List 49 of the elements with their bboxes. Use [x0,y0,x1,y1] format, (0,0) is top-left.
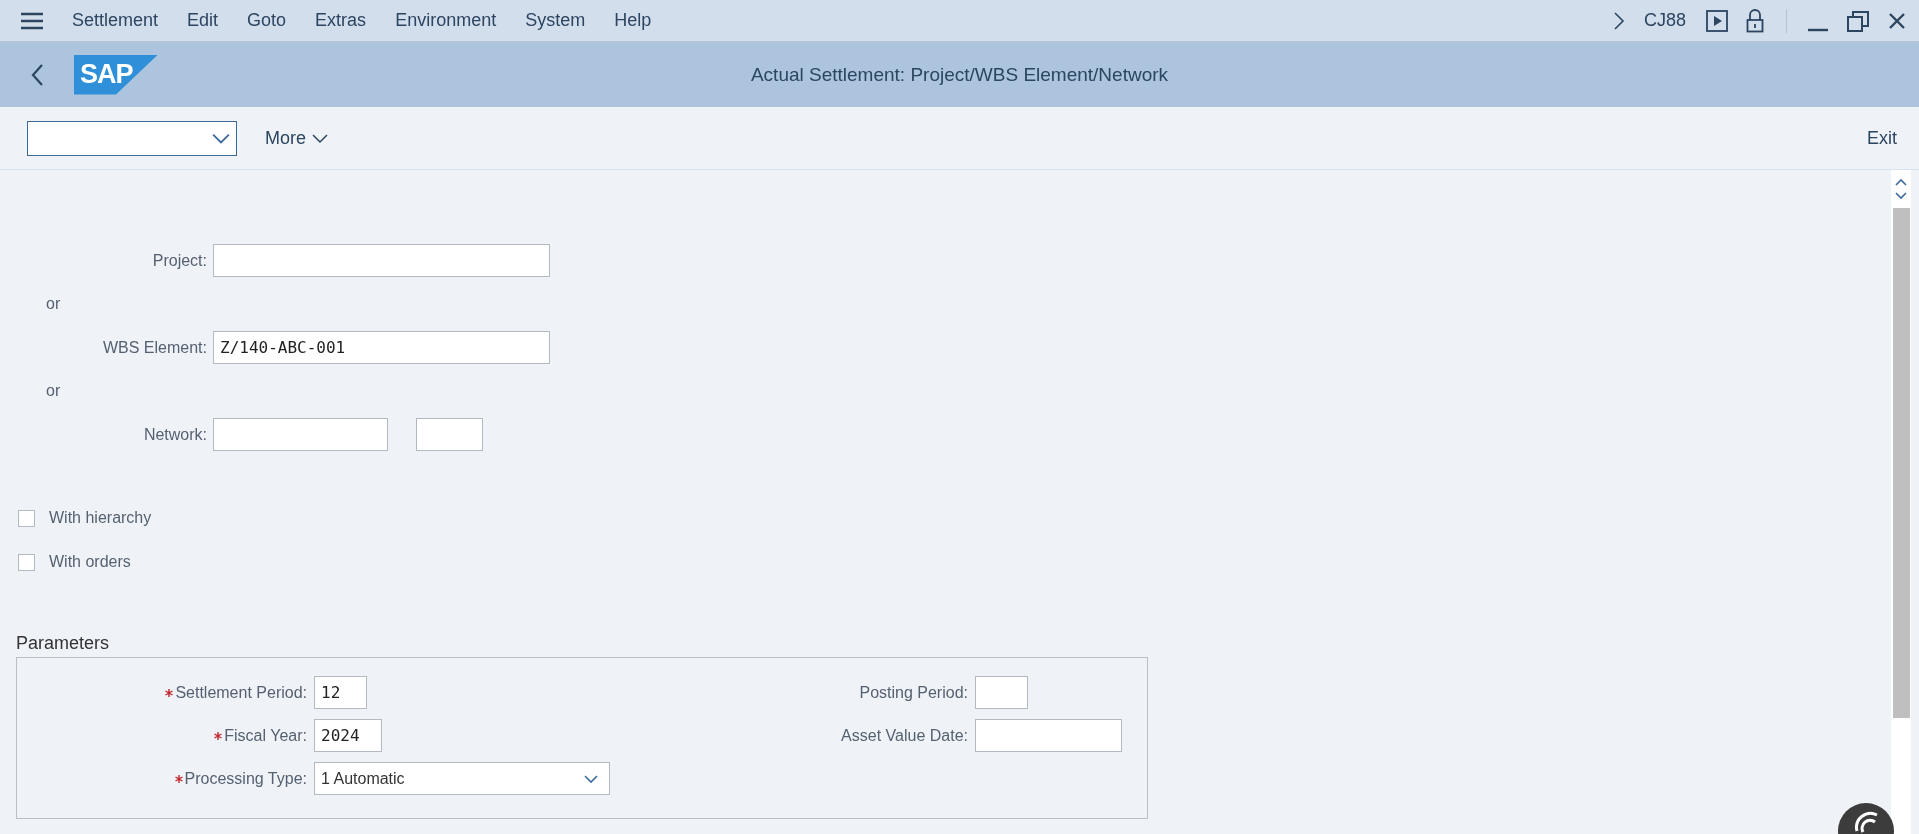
restore-icon[interactable] [1847,9,1869,32]
dropdown-value: 1 Automatic [321,769,405,788]
input-field[interactable] [975,719,1122,752]
field-label: WBS Element: [101,338,208,357]
field-label: Posting Period: [859,683,968,702]
checkbox[interactable] [18,509,35,527]
close-icon[interactable] [1887,10,1907,31]
transaction-code: CJ88 [1643,10,1686,31]
input-field[interactable] [416,418,483,451]
input-field[interactable]: Z/140-ABC-001 [213,331,550,364]
field-label: Processing Type: [184,769,307,788]
input-field[interactable]: 12 [314,676,367,709]
more-button[interactable]: More [263,123,330,153]
scrollbar-thumb[interactable] [1892,208,1910,718]
field-label: Project: [151,251,208,270]
menu-item[interactable]: System [525,10,586,31]
window-title: Actual Settlement: Project/WBS Element/Network [750,63,1169,86]
lock-icon[interactable] [1746,8,1764,33]
dropdown[interactable] [27,120,237,156]
chevron-right-icon[interactable] [1611,10,1626,31]
scrollbar[interactable] [1891,170,1911,834]
chevron-up-icon[interactable] [1895,178,1907,186]
menu-item[interactable]: Goto [247,10,287,31]
play-icon[interactable] [1706,9,1728,32]
checkbox-label: With hierarchy [49,509,152,527]
checkbox[interactable] [18,553,35,571]
field-label: Network: [142,425,208,444]
input-field[interactable] [213,418,388,451]
or-text: or [45,294,62,314]
or-text: or [45,381,62,401]
chevron-down-icon[interactable] [1895,192,1907,200]
menu-item[interactable]: Settlement [72,10,159,31]
menu-item[interactable]: Extras [315,10,367,31]
checkbox-label: With orders [49,553,131,571]
back-icon[interactable] [30,62,44,87]
menu-item[interactable]: Environment [395,10,497,31]
input-field[interactable] [213,244,550,277]
dropdown[interactable]: 1 Automatic [314,762,610,795]
logo: SAP [74,54,158,95]
field-label: Asset Value Date: [841,726,968,745]
menu-item[interactable]: Help [614,10,652,31]
exit-button[interactable]: Exit [1865,123,1899,153]
input-field[interactable]: 2024 [314,719,382,752]
field-label: Settlement Period: [175,683,307,702]
menu-icon[interactable] [20,11,44,30]
input-field[interactable] [975,676,1028,709]
section-title: Parameters [16,633,111,654]
menu-item[interactable]: Edit [187,10,219,31]
field-label: Fiscal Year: [224,726,307,745]
